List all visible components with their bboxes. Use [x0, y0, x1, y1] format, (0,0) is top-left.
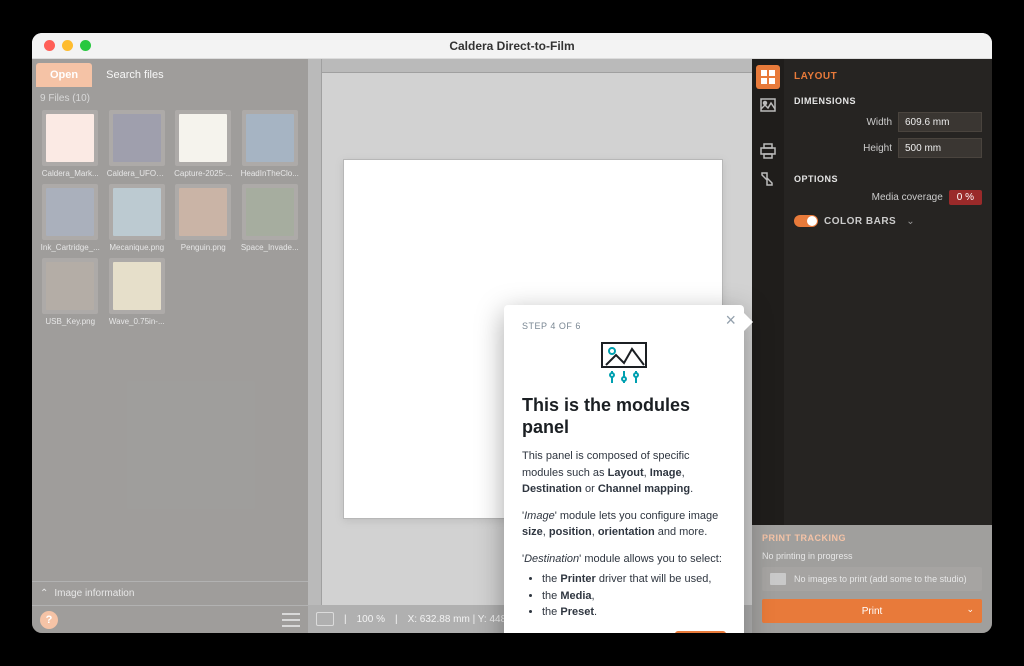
files-panel: Open Search files 9 Files (10) Caldera_M…	[32, 59, 308, 633]
popup-paragraph: 'Destination' module allows you to selec…	[522, 551, 726, 568]
print-tracking-status: No printing in progress	[762, 551, 982, 561]
file-item[interactable]: Capture-2025-...	[173, 110, 234, 178]
file-item[interactable]: Wave_0.75in-...	[107, 258, 168, 326]
file-count: 9 Files (10)	[32, 87, 308, 106]
width-label: Width	[866, 117, 892, 128]
module-tab-channel-mapping[interactable]	[756, 167, 780, 191]
media-coverage-label: Media coverage	[872, 192, 943, 203]
popup-arrow	[744, 313, 753, 331]
module-title: LAYOUT	[794, 67, 982, 86]
zoom-level[interactable]: 100 %	[357, 614, 385, 625]
file-item[interactable]: Penguin.png	[173, 184, 234, 252]
modules-panel-illustration-icon	[522, 341, 726, 385]
view-separator: |	[344, 614, 347, 625]
file-grid: Caldera_Mark... Caldera_UFO_... Capture-…	[32, 106, 308, 330]
file-item[interactable]: Caldera_UFO_...	[107, 110, 168, 178]
popup-paragraph: 'Image' module lets you configure image …	[522, 508, 726, 541]
fit-view-button[interactable]	[316, 612, 334, 626]
printer-icon	[760, 143, 776, 159]
image-placeholder-icon	[770, 573, 786, 585]
image-information-toggle[interactable]: ⌃Image information	[32, 581, 308, 605]
height-input[interactable]	[898, 138, 982, 158]
image-icon	[760, 97, 776, 113]
print-queue-empty: No images to print (add some to the stud…	[762, 567, 982, 591]
module-tab-layout[interactable]	[756, 65, 780, 89]
modules-panel: LAYOUT DIMENSIONS Width Height OPTIONS M…	[752, 59, 992, 633]
step-indicator: STEP 4 OF 6	[522, 321, 726, 331]
file-item[interactable]: HeadInTheClo...	[240, 110, 301, 178]
section-options: OPTIONS	[794, 164, 982, 190]
height-label: Height	[863, 143, 892, 154]
file-item[interactable]: Mecanique.png	[107, 184, 168, 252]
ruler-vertical	[308, 59, 322, 605]
view-separator: |	[395, 614, 398, 625]
media-coverage-value: 0 %	[949, 190, 982, 205]
section-dimensions: DIMENSIONS	[794, 86, 982, 112]
module-tab-destination[interactable]	[756, 139, 780, 163]
chevron-down-icon[interactable]: ⌄	[906, 216, 914, 227]
next-button[interactable]: Next	[675, 631, 726, 633]
onboarding-popup: × STEP 4 OF 6 This is the modules panel …	[504, 305, 744, 633]
popup-title: This is the modules panel	[522, 395, 726, 438]
file-item[interactable]: Ink_Cartridge_...	[40, 184, 101, 252]
file-item[interactable]: USB_Key.png	[40, 258, 101, 326]
app-window: Caldera Direct-to-Film Open Search files…	[32, 33, 992, 633]
grid-icon	[760, 69, 776, 85]
close-icon[interactable]: ×	[725, 311, 736, 329]
ruler-horizontal	[322, 59, 752, 73]
module-tab-image[interactable]	[756, 93, 780, 117]
print-tracking-panel: PRINT TRACKING No printing in progress N…	[752, 525, 992, 633]
file-item[interactable]: Space_Invade...	[240, 184, 301, 252]
chevron-down-icon: ⌄	[966, 604, 974, 615]
color-bars-label: COLOR BARS	[824, 216, 896, 227]
tab-search[interactable]: Search files	[92, 63, 177, 87]
tab-open[interactable]: Open	[36, 63, 92, 87]
width-input[interactable]	[898, 112, 982, 132]
popup-paragraph: This panel is composed of specific modul…	[522, 448, 726, 498]
color-bars-toggle[interactable]	[794, 215, 818, 227]
titlebar: Caldera Direct-to-Film	[32, 33, 992, 59]
menu-icon[interactable]	[282, 613, 300, 627]
print-tracking-title: PRINT TRACKING	[762, 533, 982, 543]
window-title: Caldera Direct-to-Film	[32, 39, 992, 53]
file-item[interactable]: Caldera_Mark...	[40, 110, 101, 178]
print-button[interactable]: Print ⌄	[762, 599, 982, 623]
help-icon[interactable]: ?	[40, 611, 58, 629]
popup-list: the Printer driver that will be used, th…	[522, 571, 726, 621]
channel-icon	[760, 171, 776, 187]
